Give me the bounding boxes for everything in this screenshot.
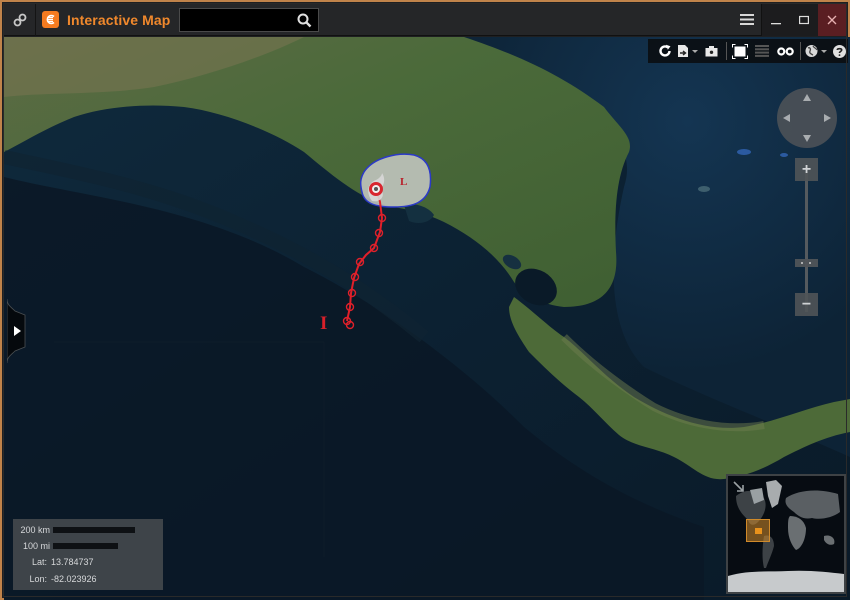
title-bar: Interactive Map — [4, 3, 846, 36]
latitude-row: Lat: 13.784737 — [13, 557, 94, 567]
scale-coordinates-panel: 200 km 100 mi Lat: 13.784737 Lon: -82.02… — [13, 519, 163, 590]
storm-track-layer: L I — [320, 153, 432, 334]
close-button[interactable] — [818, 3, 846, 36]
collapse-arrow-icon[interactable] — [732, 480, 746, 494]
toolbar-divider — [799, 42, 801, 60]
search-box — [179, 7, 320, 32]
pan-control — [777, 88, 837, 148]
longitude-row: Lon: -82.023926 — [13, 574, 97, 584]
pan-down-arrow[interactable] — [803, 135, 811, 142]
lon-label: Lon: — [29, 574, 47, 584]
binoculars-icon — [777, 46, 794, 56]
minimize-button[interactable] — [762, 3, 790, 36]
side-panel-toggle[interactable] — [6, 298, 27, 364]
app-window: Interactive Map L I + − 200 km 100 mi La… — [0, 0, 850, 600]
maximize-icon — [799, 15, 809, 24]
maximize-button[interactable] — [790, 3, 818, 36]
lon-value: -82.023926 — [51, 574, 97, 584]
low-pressure-label: L — [400, 176, 407, 188]
storm-track-line — [346, 191, 384, 322]
zoom-slider-track[interactable] — [805, 172, 808, 312]
legend-button[interactable] — [751, 39, 774, 63]
help-button[interactable] — [831, 39, 848, 63]
pan-right-arrow[interactable] — [824, 114, 831, 122]
map-canvas[interactable]: L I + − 200 km 100 mi Lat: 13.784737 Lon… — [4, 37, 850, 600]
screenshot-button[interactable] — [700, 39, 723, 63]
export-button[interactable] — [675, 39, 700, 63]
zoom-out-button[interactable]: − — [795, 293, 818, 316]
camera-icon — [705, 46, 718, 57]
toolbar-divider — [725, 42, 727, 60]
scale-mi-bar — [53, 543, 118, 549]
search-icon[interactable] — [297, 13, 312, 28]
zoom-slider-thumb[interactable] — [795, 259, 818, 267]
lat-value: 13.784737 — [51, 557, 94, 567]
lat-label: Lat: — [31, 557, 47, 567]
scale-mi-row: 100 mi — [13, 541, 118, 551]
help-icon — [832, 44, 846, 58]
pan-left-arrow[interactable] — [783, 114, 790, 122]
fullscreen-button[interactable] — [730, 39, 751, 63]
app-title: Interactive Map — [67, 11, 171, 28]
hamburger-menu-icon — [739, 14, 754, 25]
link-button[interactable] — [4, 3, 36, 36]
scale-km-row: 200 km — [13, 525, 135, 535]
menu-button[interactable] — [732, 3, 762, 36]
export-icon — [677, 45, 698, 57]
scale-km-bar — [53, 527, 135, 533]
overview-map[interactable] — [726, 474, 846, 594]
minimize-icon — [771, 22, 781, 24]
map-toolbar — [648, 39, 848, 63]
scale-km-label: 200 km — [20, 525, 50, 535]
layers-list-icon — [755, 45, 770, 57]
globe-icon — [805, 45, 828, 57]
zoom-in-button[interactable]: + — [795, 158, 818, 181]
refresh-icon — [658, 44, 671, 57]
scale-mi-label: 100 mi — [22, 541, 50, 551]
link-views-button[interactable] — [774, 39, 797, 63]
pan-up-arrow[interactable] — [803, 94, 811, 101]
app-logo-icon — [42, 11, 59, 28]
storm-origin-label: I — [320, 313, 327, 334]
close-icon — [827, 15, 837, 24]
link-icon — [13, 13, 26, 26]
fullscreen-icon — [732, 43, 749, 59]
basemap-button[interactable] — [804, 39, 831, 63]
overview-extent-box[interactable] — [746, 519, 770, 542]
refresh-button[interactable] — [654, 39, 675, 63]
